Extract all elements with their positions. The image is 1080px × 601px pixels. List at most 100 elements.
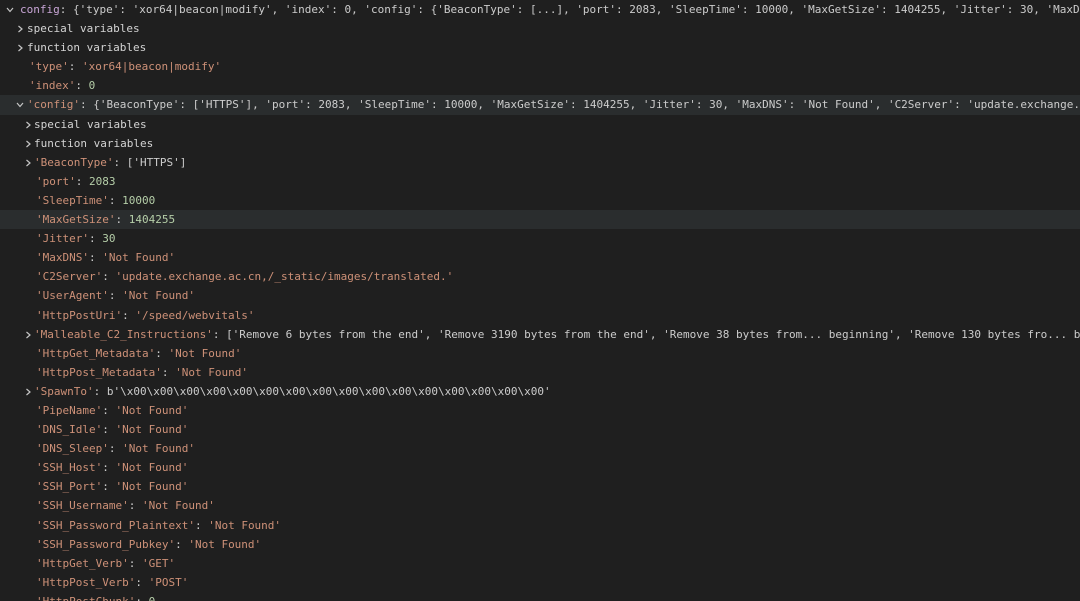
variable-value: 'Not Found' bbox=[188, 537, 262, 551]
variable-name: 'HttpGet_Verb' bbox=[36, 556, 129, 570]
variable-name: 'SSH_Username' bbox=[36, 499, 129, 513]
separator: : bbox=[113, 155, 127, 169]
tree-row[interactable]: 'MaxGetSize': 1404255 bbox=[0, 210, 1080, 230]
variable-name: 'MaxDNS' bbox=[36, 251, 89, 265]
tree-row[interactable]: 'MaxDNS': 'Not Found' bbox=[0, 248, 1080, 267]
variable-name: special variables bbox=[27, 22, 140, 36]
chevron-right-icon[interactable] bbox=[22, 153, 34, 172]
separator: : bbox=[59, 3, 73, 16]
separator: : bbox=[135, 595, 148, 601]
variable-value: 0 bbox=[88, 79, 96, 93]
separator: : bbox=[75, 79, 89, 93]
variable-name: 'type' bbox=[29, 60, 69, 74]
tree-row[interactable]: special variables bbox=[0, 19, 1080, 38]
tree-row[interactable]: 'PipeName': 'Not Found' bbox=[0, 401, 1080, 420]
tree-row[interactable]: 'Malleable_C2_Instructions': ['Remove 6 … bbox=[0, 325, 1080, 344]
variable-value: ['HTTPS'] bbox=[126, 155, 187, 169]
chevron-right-icon[interactable] bbox=[14, 19, 26, 38]
variable-value: 10000 bbox=[122, 193, 156, 207]
tree-row[interactable]: 'SSH_Password_Pubkey': 'Not Found' bbox=[0, 535, 1080, 554]
variable-name: 'BeaconType' bbox=[34, 155, 114, 169]
separator: : bbox=[194, 518, 209, 532]
variable-value: 2083 bbox=[89, 174, 116, 188]
tree-row[interactable]: function variables bbox=[0, 38, 1080, 57]
separator: : bbox=[88, 251, 103, 265]
tree-row[interactable]: config: {'type': 'xor64|beacon|modify', … bbox=[0, 0, 1080, 19]
variable-value: 'Not Found' bbox=[208, 518, 282, 532]
separator: : bbox=[88, 232, 103, 246]
tree-row[interactable]: 'port': 2083 bbox=[0, 172, 1080, 191]
variable-name: 'DNS_Idle' bbox=[36, 423, 103, 437]
variable-name: 'MaxGetSize' bbox=[36, 213, 116, 227]
variable-name: 'SSH_Password_Pubkey' bbox=[36, 537, 176, 551]
variable-value: 'update.exchange.ac.cn,/_static/images/t… bbox=[115, 270, 454, 284]
chevron-right-icon[interactable] bbox=[22, 325, 34, 344]
variable-value: 'Not Found' bbox=[102, 251, 176, 265]
separator: : bbox=[102, 423, 116, 437]
tree-row[interactable]: 'HttpPost_Verb': 'POST' bbox=[0, 573, 1080, 592]
variables-tree: config: {'type': 'xor64|beacon|modify', … bbox=[0, 0, 1080, 601]
tree-row[interactable]: 'SpawnTo': b'\x00\x00\x00\x00\x00\x00\x0… bbox=[0, 382, 1080, 401]
variable-name: function variables bbox=[34, 136, 154, 150]
variable-name: 'PipeName' bbox=[36, 403, 103, 417]
variable-name: function variables bbox=[27, 41, 147, 55]
tree-row[interactable]: 'type': 'xor64|beacon|modify' bbox=[0, 57, 1080, 76]
separator: : bbox=[108, 193, 123, 207]
tree-row[interactable]: 'BeaconType': ['HTTPS'] bbox=[0, 153, 1080, 172]
separator: : bbox=[115, 213, 129, 227]
variable-value: ['Remove 6 bytes from the end', 'Remove … bbox=[226, 327, 1080, 341]
variable-name: 'SSH_Port' bbox=[36, 480, 103, 494]
tree-row[interactable]: 'HttpGet_Verb': 'GET' bbox=[0, 554, 1080, 573]
variable-name: 'HttpGet_Metadata' bbox=[36, 346, 156, 360]
variable-name: 'config' bbox=[27, 98, 80, 112]
variable-value: 'Not Found' bbox=[168, 346, 242, 360]
chevron-down-icon[interactable] bbox=[14, 95, 26, 114]
tree-row[interactable]: 'HttpPost_Metadata': 'Not Found' bbox=[0, 363, 1080, 382]
variable-name: 'HttpPost_Metadata' bbox=[36, 365, 162, 379]
variable-value: 'Not Found' bbox=[141, 499, 215, 513]
chevron-right-icon[interactable] bbox=[22, 115, 34, 134]
variable-name: 'HttpPostChunk' bbox=[36, 595, 135, 601]
variable-value: 'POST' bbox=[148, 575, 189, 589]
tree-row[interactable]: 'SSH_Password_Plaintext': 'Not Found' bbox=[0, 516, 1080, 535]
chevron-right-icon[interactable] bbox=[22, 134, 34, 153]
tree-row[interactable]: 'DNS_Idle': 'Not Found' bbox=[0, 420, 1080, 439]
tree-row[interactable]: 'SSH_Port': 'Not Found' bbox=[0, 477, 1080, 496]
variable-name: 'index' bbox=[29, 79, 76, 93]
variable-name: 'HttpPost_Verb' bbox=[36, 575, 136, 589]
separator: : bbox=[108, 442, 123, 456]
variable-value: 'xor64|beacon|modify' bbox=[82, 60, 222, 74]
tree-row[interactable]: special variables bbox=[0, 115, 1080, 134]
tree-row[interactable]: 'Jitter': 30 bbox=[0, 229, 1080, 248]
chevron-right-icon[interactable] bbox=[22, 382, 34, 401]
variable-value: b'\x00\x00\x00\x00\x00\x00\x00\x00\x00\x… bbox=[106, 384, 551, 398]
tree-row[interactable]: 'SleepTime': 10000 bbox=[0, 191, 1080, 210]
variable-value: 'Not Found' bbox=[122, 442, 195, 456]
separator: : bbox=[155, 346, 169, 360]
tree-row[interactable]: 'HttpPostChunk': 0 bbox=[0, 592, 1080, 601]
variable-name: 'SSH_Host' bbox=[36, 461, 103, 475]
tree-row[interactable]: 'SSH_Host': 'Not Found' bbox=[0, 458, 1080, 477]
separator: : bbox=[102, 403, 116, 417]
tree-row[interactable]: 'HttpPostUri': '/speed/webvitals' bbox=[0, 306, 1080, 325]
variable-value: 'Not Found' bbox=[115, 461, 189, 475]
tree-row[interactable]: 'DNS_Sleep': 'Not Found' bbox=[0, 439, 1080, 458]
chevron-down-icon[interactable] bbox=[4, 0, 16, 19]
separator: : bbox=[135, 575, 149, 589]
separator: : bbox=[75, 174, 89, 188]
tree-row[interactable]: 'HttpGet_Metadata': 'Not Found' bbox=[0, 344, 1080, 363]
variable-name: 'UserAgent' bbox=[36, 289, 109, 303]
variable-name: special variables bbox=[34, 117, 147, 131]
variable-value: 'Not Found' bbox=[115, 403, 189, 417]
variable-value: 30 bbox=[102, 232, 116, 246]
variable-value: 'Not Found' bbox=[122, 289, 195, 303]
tree-row[interactable]: 'index': 0 bbox=[0, 76, 1080, 95]
tree-row[interactable]: 'config': {'BeaconType': ['HTTPS'], 'por… bbox=[0, 95, 1080, 115]
tree-row[interactable]: 'C2Server': 'update.exchange.ac.cn,/_sta… bbox=[0, 267, 1080, 286]
tree-row[interactable]: 'UserAgent': 'Not Found' bbox=[0, 286, 1080, 305]
tree-row[interactable]: function variables bbox=[0, 134, 1080, 153]
tree-row[interactable]: 'SSH_Username': 'Not Found' bbox=[0, 496, 1080, 515]
variable-name: 'SleepTime' bbox=[36, 193, 109, 207]
chevron-right-icon[interactable] bbox=[14, 38, 26, 57]
separator: : bbox=[108, 289, 123, 303]
